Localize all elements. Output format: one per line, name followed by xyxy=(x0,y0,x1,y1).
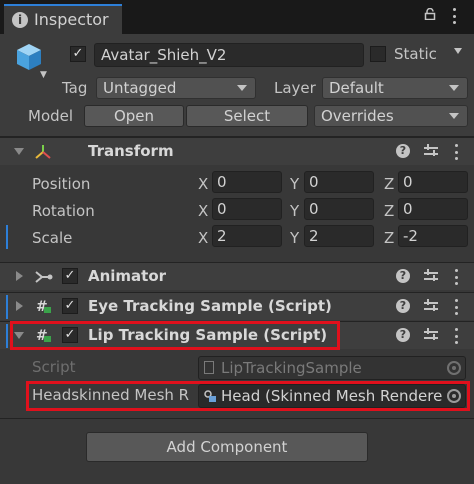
component-menu-icon[interactable] xyxy=(454,144,458,160)
tab-label: Inspector xyxy=(34,10,109,29)
component-menu-icon[interactable] xyxy=(454,269,458,285)
help-icon[interactable]: ? xyxy=(396,299,410,313)
animator-icon xyxy=(35,271,53,283)
tag-value: Untagged xyxy=(103,79,177,97)
icon-dropdown-icon[interactable]: ▼ xyxy=(40,70,47,80)
help-icon[interactable]: ? xyxy=(396,144,410,158)
fold-right-icon[interactable] xyxy=(16,271,23,281)
axis-y-label[interactable]: Y xyxy=(290,202,299,220)
divider xyxy=(0,418,474,419)
rotation-z-field[interactable]: 0 xyxy=(398,198,468,220)
rotation-label: Rotation xyxy=(32,202,95,220)
scale-label: Scale xyxy=(32,229,73,247)
chevron-down-icon xyxy=(449,85,459,91)
open-button[interactable]: Open xyxy=(84,105,184,127)
chevron-down-icon xyxy=(449,113,459,119)
axis-z-label[interactable]: Z xyxy=(384,229,394,247)
axis-y-label[interactable]: Y xyxy=(290,229,299,247)
tab-inspector[interactable]: i Inspector xyxy=(4,4,122,34)
component-menu-icon[interactable] xyxy=(454,299,458,315)
model-label: Model xyxy=(28,107,74,125)
presets-icon[interactable] xyxy=(424,328,438,342)
position-z-field[interactable]: 0 xyxy=(398,171,468,193)
highlight-box xyxy=(10,321,340,350)
animator-header[interactable]: ✓ Animator ? xyxy=(0,262,474,290)
eye-tracking-header[interactable]: # ✓ Eye Tracking Sample (Script) ? xyxy=(0,292,474,320)
scale-y-field[interactable]: 2 xyxy=(304,225,374,247)
presets-icon[interactable] xyxy=(424,299,438,313)
script-field: LipTrackingSample xyxy=(198,356,466,380)
axis-z-label[interactable]: Z xyxy=(384,202,394,220)
position-x-field[interactable]: 0 xyxy=(212,171,282,193)
script-value: LipTrackingSample xyxy=(221,359,362,377)
lock-icon[interactable] xyxy=(424,8,436,20)
layer-label: Layer xyxy=(274,79,316,97)
modified-indicator xyxy=(6,324,8,348)
axis-x-label[interactable]: X xyxy=(198,202,208,220)
active-checkbox[interactable]: ✓ xyxy=(70,46,86,62)
axis-x-label[interactable]: X xyxy=(198,175,208,193)
layer-value: Default xyxy=(329,79,384,97)
rotation-y-field[interactable]: 0 xyxy=(304,198,374,220)
enabled-checkbox[interactable]: ✓ xyxy=(62,268,78,284)
modified-indicator xyxy=(6,225,8,249)
overrides-dropdown[interactable]: Overrides xyxy=(314,105,468,127)
script-icon: # xyxy=(36,299,51,314)
layer-dropdown[interactable]: Default xyxy=(322,77,468,99)
transform-header[interactable]: Transform ? xyxy=(0,137,474,165)
rotation-x-field[interactable]: 0 xyxy=(212,198,282,220)
fold-down-icon[interactable] xyxy=(14,148,24,155)
tab-bar: i Inspector xyxy=(0,0,474,34)
static-label: Static xyxy=(394,45,437,63)
chevron-down-icon xyxy=(237,85,247,91)
info-icon: i xyxy=(12,12,28,28)
script-label: Script xyxy=(32,358,76,376)
axis-x-label[interactable]: X xyxy=(198,229,208,247)
scale-z-field[interactable]: -2 xyxy=(398,225,468,247)
modified-indicator xyxy=(6,295,8,319)
help-icon[interactable]: ? xyxy=(396,269,410,283)
overrides-value: Overrides xyxy=(321,107,394,125)
add-component-button[interactable]: Add Component xyxy=(86,432,368,462)
help-icon[interactable]: ? xyxy=(396,328,410,342)
axis-z-label[interactable]: Z xyxy=(384,175,394,193)
component-title: Transform xyxy=(88,142,174,160)
presets-icon[interactable] xyxy=(424,269,438,283)
component-title: Animator xyxy=(88,267,167,285)
position-label: Position xyxy=(32,175,91,193)
tab-menu-icon[interactable] xyxy=(452,8,456,24)
position-y-field[interactable]: 0 xyxy=(304,171,374,193)
object-name-field[interactable]: Avatar_Shieh_V2 xyxy=(94,43,364,67)
object-picker-icon xyxy=(447,361,461,375)
scale-x-field[interactable]: 2 xyxy=(212,225,282,247)
component-menu-icon[interactable] xyxy=(454,328,458,344)
transform-icon xyxy=(35,145,51,159)
tag-dropdown[interactable]: Untagged xyxy=(96,77,256,99)
gameobject-icon xyxy=(17,44,41,70)
tag-label: Tag xyxy=(62,79,88,97)
script-file-icon xyxy=(204,361,214,374)
highlight-box xyxy=(26,381,470,411)
enabled-checkbox[interactable]: ✓ xyxy=(62,298,78,314)
presets-icon[interactable] xyxy=(424,144,438,158)
object-header: ▼ ✓ Avatar_Shieh_V2 Static Tag Untagged … xyxy=(0,34,474,137)
static-checkbox[interactable] xyxy=(370,46,386,62)
fold-right-icon[interactable] xyxy=(16,301,23,311)
select-button[interactable]: Select xyxy=(186,105,308,127)
transform-body: Position X 0 Y 0 Z 0 Rotation X 0 Y 0 Z … xyxy=(0,165,474,258)
component-title: Eye Tracking Sample (Script) xyxy=(88,297,332,315)
static-dropdown-icon[interactable] xyxy=(454,48,462,64)
axis-y-label[interactable]: Y xyxy=(290,175,299,193)
